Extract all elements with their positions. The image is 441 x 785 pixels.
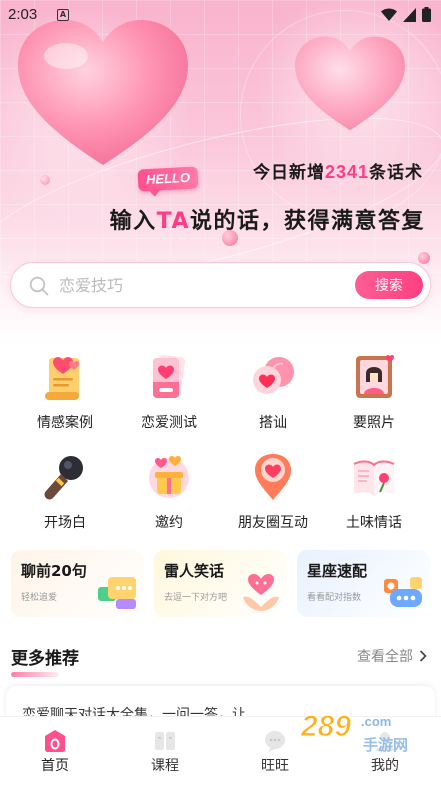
- category-label: 土味情话: [346, 515, 402, 531]
- more-section-title: 更多推荐: [11, 649, 79, 669]
- status-time: 2:03: [8, 6, 38, 23]
- chat-heart-bubble-icon: [253, 357, 294, 394]
- tab-label: 课程: [151, 758, 179, 774]
- search-input[interactable]: [59, 274, 349, 296]
- battery-icon: [422, 7, 431, 22]
- chat-bubble-icon: [265, 731, 285, 752]
- status-bar: 2:03 A: [0, 0, 441, 30]
- headline-highlight: TA: [156, 209, 190, 234]
- category-label: 邀约: [155, 515, 183, 531]
- category-emotion-cases[interactable]: 情感案例: [17, 352, 113, 442]
- watermark-sub: 手游网: [363, 736, 408, 754]
- category-cheesy-love-talk[interactable]: 土味情话: [326, 452, 422, 542]
- open-book-icon: [353, 460, 395, 496]
- card-subtitle: 去逗一下对方吧: [164, 593, 228, 603]
- category-love-test[interactable]: 恋爱测试: [121, 352, 217, 442]
- card-subtitle: 看看配对指数: [307, 593, 362, 603]
- 289-watermark-logo: 289 .com 手游网: [300, 710, 409, 755]
- category-invitation[interactable]: 邀约: [121, 452, 217, 542]
- status-icons: [381, 7, 431, 22]
- course-book-icon: [155, 732, 175, 750]
- chevron-right-icon: [419, 650, 427, 662]
- headline-before: 输入: [109, 209, 157, 234]
- search-icon: [29, 276, 49, 296]
- category-opening-line[interactable]: 开场白: [17, 452, 113, 542]
- pink-bubble: [418, 252, 430, 264]
- title-underline: [11, 672, 59, 677]
- category-label: 朋友圈互动: [238, 515, 308, 531]
- category-label: 搭讪: [259, 415, 287, 431]
- view-all-link[interactable]: 查看全部: [357, 646, 427, 666]
- card-title: 聊前20句: [21, 562, 87, 580]
- new-count-text: 今日新增2341条话术: [253, 158, 423, 183]
- new-count-suffix: 条话术: [369, 163, 423, 183]
- headline-after: 说的话，获得满意答复: [189, 209, 425, 234]
- zodiac-chat-icon: [384, 577, 422, 607]
- tab-label: 首页: [41, 758, 69, 774]
- category-ask-photo[interactable]: 要照片: [326, 352, 422, 442]
- notification-a-icon: A: [57, 9, 69, 21]
- new-count-value: 2341: [324, 162, 369, 182]
- card-title: 星座速配: [307, 562, 368, 580]
- category-moments-interaction[interactable]: 朋友圈互动: [225, 452, 321, 542]
- watermark-brand: 289: [300, 710, 351, 743]
- card-title: 雷人笑话: [164, 562, 225, 580]
- love-test-card-icon: [153, 354, 186, 398]
- invitation-gift-icon: [149, 456, 189, 498]
- category-label: 开场白: [44, 515, 86, 531]
- signal-icon: [403, 7, 416, 22]
- heart-decoration-large: [18, 20, 188, 165]
- chat-bubbles-icon: [98, 577, 136, 609]
- scroll-heart-icon: [45, 357, 79, 400]
- category-label: 情感案例: [37, 415, 93, 431]
- tab-courses[interactable]: 课程: [110, 717, 220, 785]
- feature-card-funny-jokes[interactable]: 雷人笑话 去逗一下对方吧: [154, 550, 287, 617]
- category-label: 恋爱测试: [141, 415, 197, 431]
- home-icon: [45, 730, 65, 752]
- tab-label: 我的: [371, 758, 399, 774]
- tab-home[interactable]: 首页: [0, 717, 110, 785]
- tab-label: 旺旺: [261, 758, 289, 774]
- view-all-label: 查看全部: [357, 649, 413, 665]
- watermark-suffix: .com: [361, 714, 391, 729]
- feature-card-chat-openers[interactable]: 聊前20句 轻松追爱: [11, 550, 144, 617]
- hello-tag: HELLO: [137, 166, 199, 192]
- wifi-icon: [381, 8, 397, 21]
- pink-bubble: [40, 175, 50, 185]
- photo-frame-icon: [356, 355, 394, 398]
- new-count-prefix: 今日新增: [252, 163, 325, 183]
- hands-heart-icon: [243, 574, 279, 611]
- microphone-icon: [44, 456, 83, 500]
- category-label: 要照片: [353, 415, 395, 431]
- heart-decoration-medium: [295, 36, 405, 131]
- card-subtitle: 轻松追爱: [21, 593, 58, 603]
- heart-location-icon: [255, 454, 291, 500]
- category-pickup[interactable]: 搭讪: [225, 352, 321, 442]
- hero-headline: 输入TA说的话，获得满意答复: [110, 203, 425, 235]
- search-button[interactable]: 搜索: [355, 271, 423, 299]
- feature-card-zodiac-match[interactable]: 星座速配 看看配对指数: [297, 550, 430, 617]
- search-bar: 搜索: [10, 262, 431, 308]
